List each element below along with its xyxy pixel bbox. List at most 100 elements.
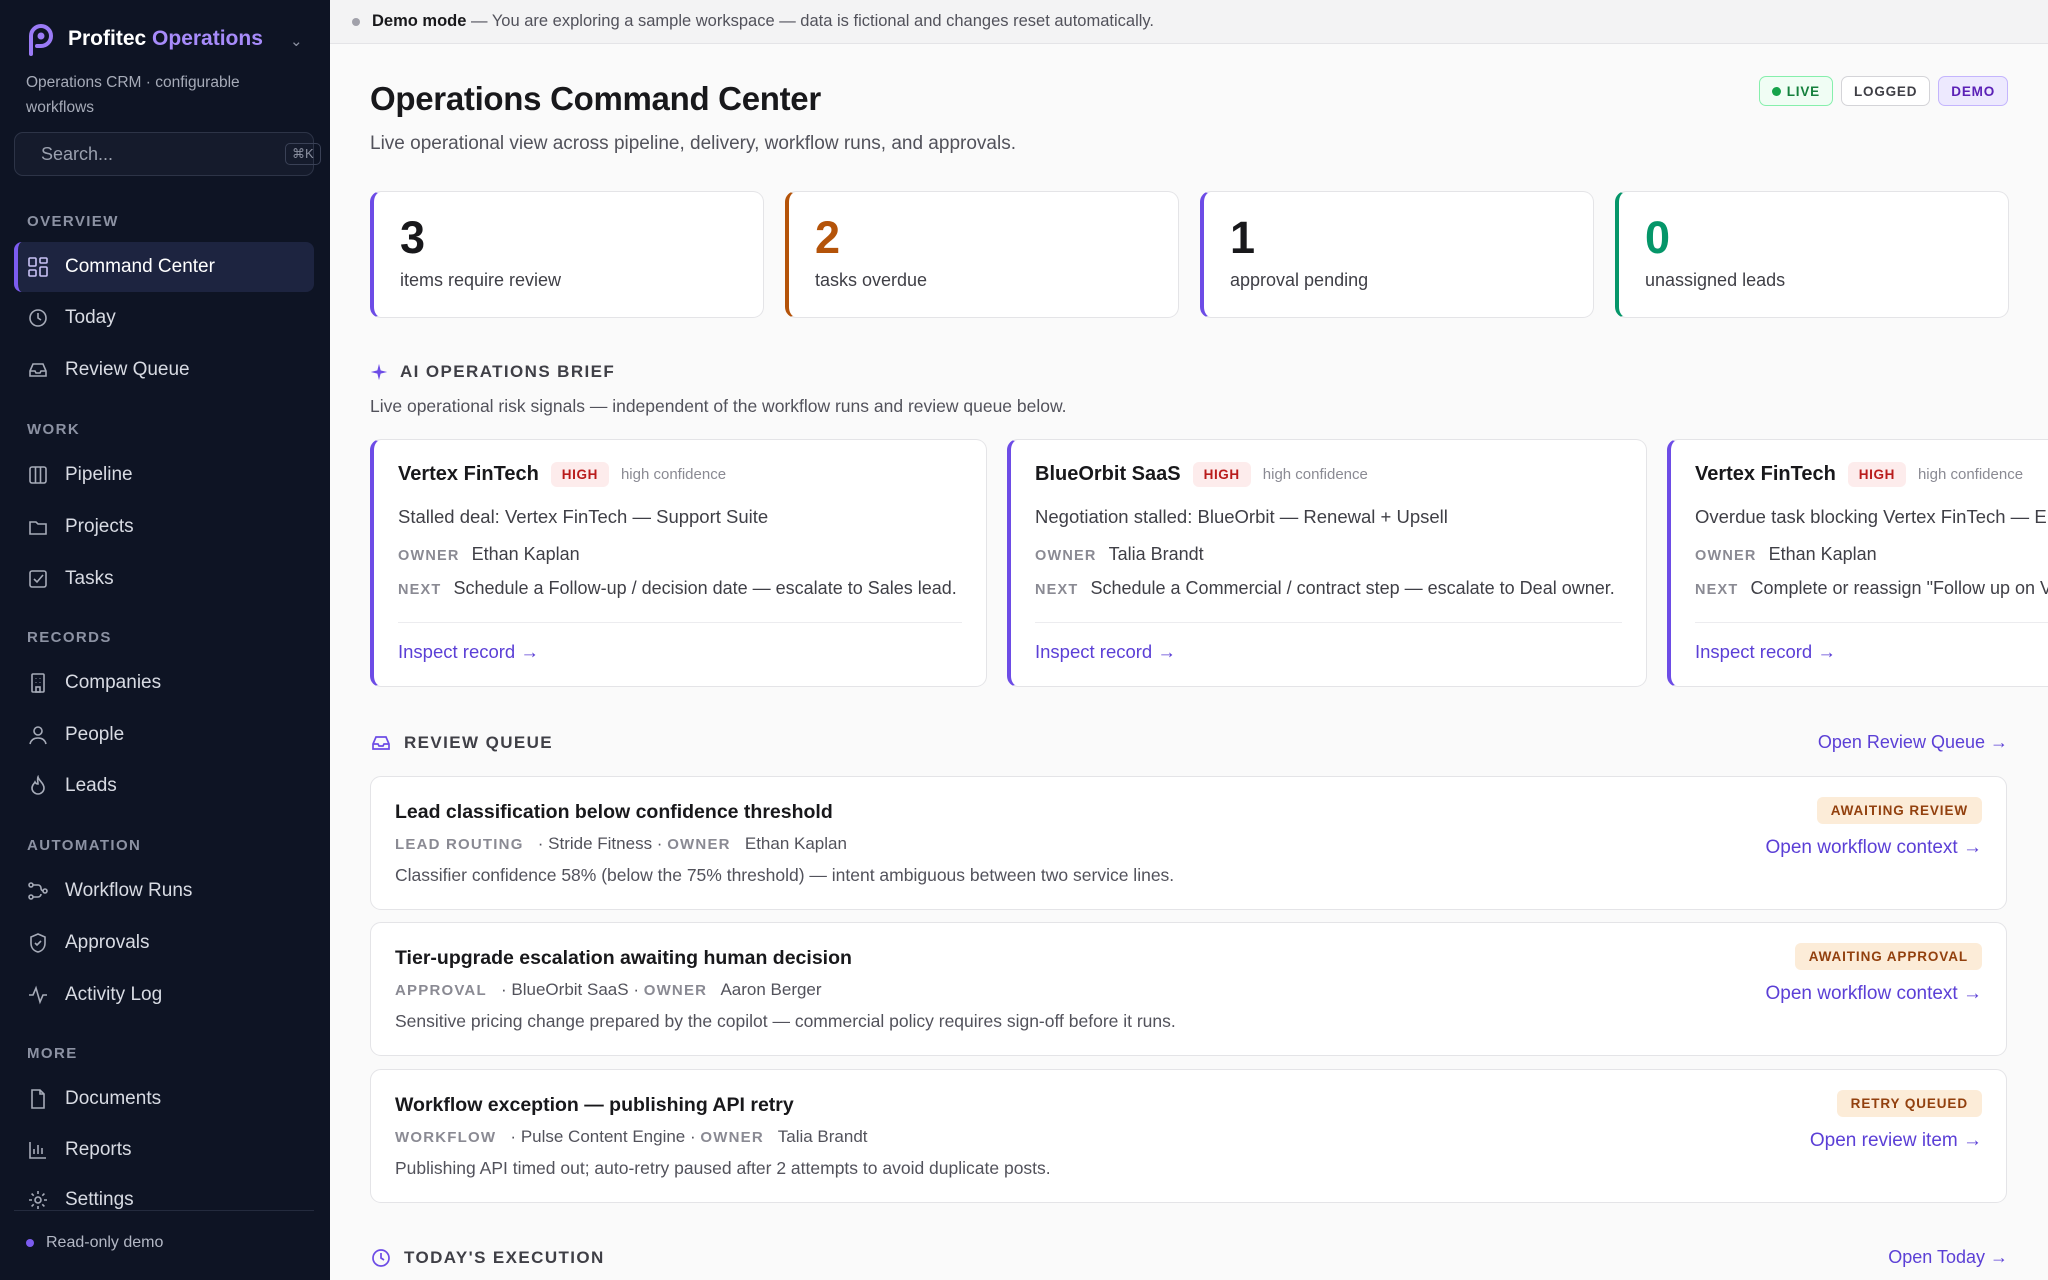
confidence-label: high confidence [1917,466,2024,483]
severity-badge: HIGH [1847,462,1906,487]
live-dot-icon [1771,86,1781,96]
nav-section-records: RECORDS [27,629,112,646]
stat-value: 2 [815,212,841,263]
chevron-down-icon[interactable]: ⌄ [290,32,303,50]
sidebar-item-people[interactable]: People [14,710,314,760]
brief-company: Vertex FinTech [1695,463,1836,485]
ai-brief-heading: AI OPERATIONS BRIEF [370,362,615,382]
brief-owner: OWNER Talia Brandt [1035,544,1204,564]
search-box[interactable]: ⌘K [14,132,321,176]
status-dot-icon [26,1239,34,1247]
brand-subtitle: Operations CRM · configurable workflows [26,74,240,116]
brief-title: Negotiation stalled: BlueOrbit — Renewal… [1035,506,1448,527]
inbox-icon [372,736,390,750]
inspect-record-link[interactable]: Inspect record → [1695,641,1836,663]
open-review-item-link[interactable]: Open review item → [1810,1130,1982,1152]
sidebar-item-label: Settings [65,1189,134,1210]
brand-logo-icon [29,24,53,56]
review-item-meta: WORKFLOW · Pulse Content Engine · OWNER … [395,1127,868,1146]
document-icon [31,1089,45,1109]
search-input[interactable] [41,143,273,165]
sidebar-item-label: Pipeline [65,464,133,485]
logged-badge: LOGGED [1840,76,1931,106]
brief-owner: OWNER Ethan Kaplan [398,544,580,564]
ai-brief-subtitle: Live operational risk signals — independ… [370,396,1067,416]
divider [1695,622,2048,623]
search-shortcut: ⌘K [285,143,321,165]
sidebar-item-label: Leads [65,775,117,796]
shield-check-icon [30,933,46,953]
page-subtitle: Live operational view across pipeline, d… [370,133,1016,154]
brief-company: Vertex FinTech [398,463,539,485]
status-badge: AWAITING APPROVAL [1794,943,1982,970]
user-icon [29,726,47,745]
stat-value: 1 [1230,212,1256,263]
todays-execution-heading: TODAY'S EXECUTION [370,1247,605,1269]
sidebar-item-review-queue[interactable]: Review Queue [14,345,314,395]
review-item-meta: APPROVAL · BlueOrbit SaaS · OWNER Aaron … [395,980,822,999]
open-today-link[interactable]: Open Today → [1888,1247,2008,1268]
stat-card-approval[interactable]: 1 approval pending [1200,191,1594,318]
open-workflow-context-link[interactable]: Open workflow context → [1766,983,1982,1005]
folder-icon [29,521,47,535]
stat-card-review[interactable]: 3 items require review [370,191,764,318]
gear-icon [29,1191,47,1209]
demo-badge: DEMO [1938,76,2008,106]
sidebar-item-settings[interactable]: Settings [14,1177,314,1210]
stat-label: tasks overdue [815,270,928,290]
review-item: Lead classification below confidence thr… [370,776,2007,910]
sidebar-item-label: Approvals [65,932,150,953]
sidebar-item-label: Projects [65,516,134,537]
inspect-record-link[interactable]: Inspect record → [1035,641,1176,663]
sidebar-item-label: Reports [65,1139,132,1160]
review-item-title: Workflow exception — publishing API retr… [395,1094,794,1116]
sidebar-item-documents[interactable]: Documents [14,1074,314,1124]
demo-banner: Demo mode — You are exploring a sample w… [330,0,2048,44]
sidebar-item-tasks[interactable]: Tasks [14,554,314,604]
open-workflow-context-link[interactable]: Open workflow context → [1766,837,1982,859]
review-item-meta: LEAD ROUTING · Stride Fitness · OWNER Et… [395,834,847,853]
bar-chart-icon [29,1142,46,1159]
stat-card-unassigned[interactable]: 0 unassigned leads [1615,191,2009,318]
sparkle-icon [370,363,388,381]
brief-next: NEXT Complete or reassign "Follow up on V [1695,578,2048,598]
sidebar-item-command-center[interactable]: Command Center [14,242,314,292]
clock-icon [372,1249,390,1267]
sidebar-item-label: Documents [65,1088,162,1109]
review-item-description: Classifier confidence 58% (below the 75%… [395,865,1175,885]
review-item-title: Tier-upgrade escalation awaiting human d… [395,947,852,969]
brief-title: Stalled deal: Vertex FinTech — Support S… [398,506,769,527]
brief-card: Vertex FinTech HIGH high confidence Stal… [370,439,987,687]
sidebar-item-approvals[interactable]: Approvals [14,918,314,968]
inspect-record-link[interactable]: Inspect record → [398,641,539,663]
brand[interactable]: Profitec Operations [26,22,263,56]
severity-badge: HIGH [1192,462,1251,487]
brief-owner: OWNER Ethan Kaplan [1695,544,1877,564]
sidebar-item-leads[interactable]: Leads [14,761,314,811]
brief-company: BlueOrbit SaaS [1035,463,1181,485]
sidebar-item-label: Review Queue [65,359,190,380]
sidebar-item-label: Companies [65,672,162,693]
stat-label: items require review [400,270,562,290]
brief-title: Overdue task blocking Vertex FinTech — E [1695,506,2047,527]
flame-icon [31,775,45,795]
clock-icon [29,309,47,327]
stat-value: 3 [400,212,426,263]
sidebar-item-today[interactable]: Today [14,293,314,343]
sidebar-item-workflow-runs[interactable]: Workflow Runs [14,866,314,916]
sidebar-item-pipeline[interactable]: Pipeline [14,450,314,500]
inbox-icon [29,363,47,377]
banner-text: Demo mode — You are exploring a sample w… [372,12,1155,30]
confidence-label: high confidence [620,466,727,483]
grid-icon [28,257,48,277]
stat-label: approval pending [1230,270,1369,290]
sidebar-item-companies[interactable]: Companies [14,658,314,708]
review-item: Workflow exception — publishing API retr… [370,1069,2007,1203]
sidebar-item-projects[interactable]: Projects [14,502,314,552]
sidebar-item-label: People [65,724,125,745]
sidebar-item-activity-log[interactable]: Activity Log [14,970,314,1020]
stat-card-overdue[interactable]: 2 tasks overdue [785,191,1179,318]
sidebar-item-reports[interactable]: Reports [14,1125,314,1175]
open-review-queue-link[interactable]: Open Review Queue → [1818,732,2008,753]
brand-name: Profitec Operations [68,27,263,50]
